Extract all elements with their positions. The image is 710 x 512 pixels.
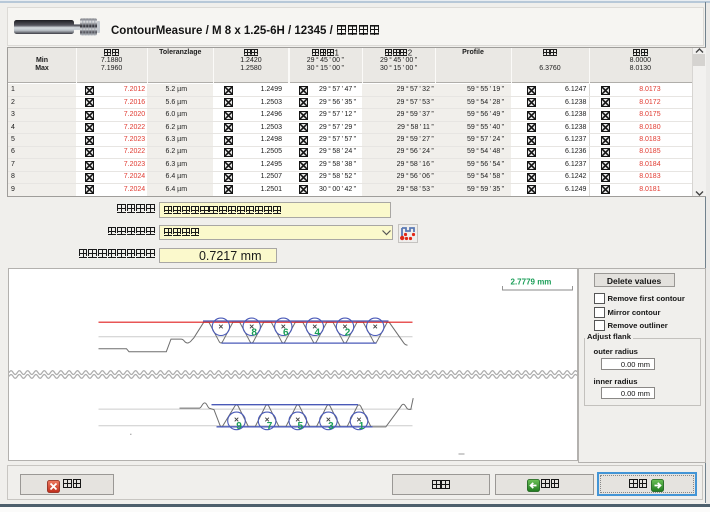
svg-text:4: 4 (314, 327, 320, 338)
svg-text:8: 8 (251, 327, 257, 338)
svg-text:1: 1 (358, 421, 364, 432)
svg-text:7: 7 (266, 421, 272, 432)
svg-text:9: 9 (236, 421, 242, 432)
svg-text:5: 5 (297, 421, 303, 432)
svg-text:6: 6 (283, 327, 289, 338)
svg-text:3: 3 (328, 421, 334, 432)
svg-text:2.7779 mm: 2.7779 mm (510, 277, 551, 286)
svg-text:2: 2 (344, 327, 350, 338)
